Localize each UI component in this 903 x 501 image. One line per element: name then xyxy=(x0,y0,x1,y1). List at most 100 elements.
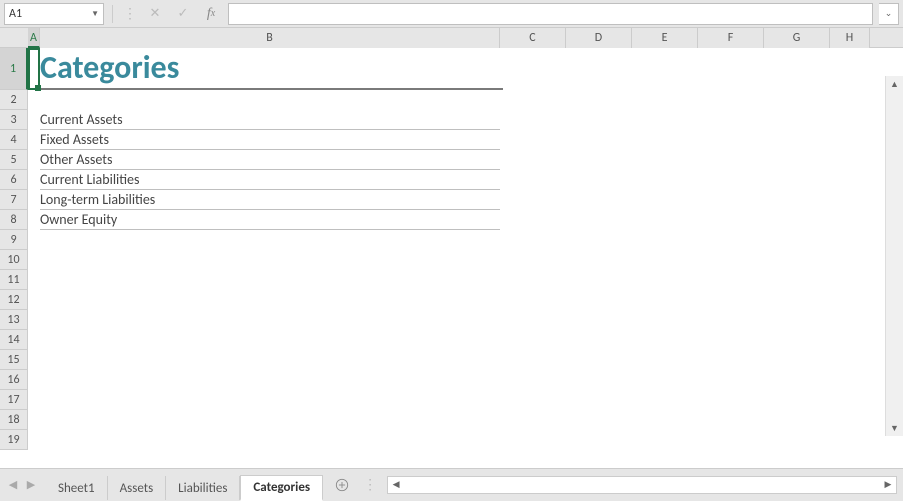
name-box[interactable]: A1 ▼ xyxy=(4,3,104,25)
row-cells[interactable] xyxy=(28,370,903,390)
horizontal-scrollbar[interactable]: ◀ ▶ xyxy=(387,476,897,494)
row-header[interactable]: 17 xyxy=(0,390,28,410)
row-cells[interactable]: Other Assets xyxy=(28,150,903,170)
row: 19 xyxy=(0,430,903,450)
row: 17 xyxy=(0,390,903,410)
row: 8 Owner Equity xyxy=(0,210,903,230)
category-cell: Current Liabilities xyxy=(40,171,139,188)
row: 1 Categories xyxy=(0,48,903,90)
formula-bar: A1 ▼ ⋮ ✕ ✓ fx ⌄ xyxy=(0,0,903,28)
formula-input[interactable] xyxy=(228,3,873,25)
sheet-tab-bar: ◀ ▶ Sheet1AssetsLiabilitiesCategories ⋮ … xyxy=(0,468,903,500)
row: 5Other Assets xyxy=(0,150,903,170)
separator xyxy=(112,5,113,23)
row-header[interactable]: 16 xyxy=(0,370,28,390)
column-header[interactable]: D xyxy=(566,28,632,48)
vertical-scrollbar[interactable]: ▲ ▼ xyxy=(885,76,903,436)
row-cells[interactable] xyxy=(28,430,903,450)
row-header[interactable]: 14 xyxy=(0,330,28,350)
row-cells[interactable]: Categories xyxy=(28,48,903,90)
row-header[interactable]: 9 xyxy=(0,230,28,250)
row: 13 xyxy=(0,310,903,330)
row-cells[interactable]: Long-term Liabilities xyxy=(28,190,903,210)
row: 14 xyxy=(0,330,903,350)
row-header[interactable]: 13 xyxy=(0,310,28,330)
rows: 1 Categories 23 Current Assets 4 Fixed Assets… xyxy=(0,48,903,450)
row-header[interactable]: 15 xyxy=(0,350,28,370)
new-sheet-button[interactable] xyxy=(329,474,355,496)
row-cells[interactable] xyxy=(28,90,903,110)
sheet-tab[interactable]: Sheet1 xyxy=(46,476,108,500)
sheet-tabs: Sheet1AssetsLiabilitiesCategories xyxy=(46,469,323,500)
column-header[interactable]: E xyxy=(632,28,698,48)
scroll-left-icon[interactable]: ◀ xyxy=(388,479,404,490)
row-cells[interactable]: Owner Equity xyxy=(28,210,903,230)
row-cells[interactable] xyxy=(28,270,903,290)
category-cell: Long-term Liabilities xyxy=(40,191,155,208)
row-header[interactable]: 18 xyxy=(0,410,28,430)
row-header[interactable]: 19 xyxy=(0,430,28,450)
column-header[interactable]: H xyxy=(830,28,870,48)
row-header[interactable]: 2 xyxy=(0,90,28,110)
row-header[interactable]: 4 xyxy=(0,130,28,150)
scroll-down-icon[interactable]: ▼ xyxy=(886,420,903,436)
row-header[interactable]: 10 xyxy=(0,250,28,270)
more-icon[interactable]: ⋮ xyxy=(363,476,377,493)
sheet-tab[interactable]: Liabilities xyxy=(166,476,240,500)
row-cells[interactable] xyxy=(28,410,903,430)
row-cells[interactable]: Fixed Assets xyxy=(28,130,903,150)
row-header[interactable]: 12 xyxy=(0,290,28,310)
row: 7 Long-term Liabilities xyxy=(0,190,903,210)
column-header[interactable]: C xyxy=(500,28,566,48)
row-cells[interactable] xyxy=(28,330,903,350)
row: 9 xyxy=(0,230,903,250)
confirm-icon[interactable]: ✓ xyxy=(172,3,194,25)
cell-reference: A1 xyxy=(9,7,22,21)
column-header[interactable]: F xyxy=(698,28,764,48)
row: 15 xyxy=(0,350,903,370)
row-header[interactable]: 5 xyxy=(0,150,28,170)
tab-nav-next-icon[interactable]: ▶ xyxy=(22,474,40,496)
row-header[interactable]: 6 xyxy=(0,170,28,190)
column-header[interactable]: B xyxy=(40,28,500,48)
category-cell: Owner Equity xyxy=(40,211,117,228)
tab-nav-prev-icon[interactable]: ◀ xyxy=(4,474,22,496)
row-header[interactable]: 3 xyxy=(0,110,28,130)
row-header[interactable]: 7 xyxy=(0,190,28,210)
expand-formula-icon[interactable]: ⌄ xyxy=(879,3,899,25)
row: 3 Current Assets xyxy=(0,110,903,130)
cancel-icon[interactable]: ✕ xyxy=(144,3,166,25)
scroll-up-icon[interactable]: ▲ xyxy=(886,76,903,92)
scroll-right-icon[interactable]: ▶ xyxy=(880,479,896,490)
more-icon[interactable]: ⋮ xyxy=(121,5,138,22)
row-cells[interactable] xyxy=(28,290,903,310)
row-cells[interactable]: Current Liabilities xyxy=(28,170,903,190)
row-header[interactable]: 8 xyxy=(0,210,28,230)
sheet-tab[interactable]: Assets xyxy=(108,476,167,500)
row: 18 xyxy=(0,410,903,430)
spreadsheet-grid: A B C D E F G H 1 Categories 23 Current Ass… xyxy=(0,28,903,468)
row-cells[interactable] xyxy=(28,390,903,410)
row-cells[interactable] xyxy=(28,230,903,250)
category-cell: Fixed Assets xyxy=(40,131,109,148)
category-cell: Current Assets xyxy=(40,111,123,128)
row-cells[interactable]: Current Assets xyxy=(28,110,903,130)
sheet-title: Categories xyxy=(40,48,179,88)
row-header[interactable]: 1 xyxy=(0,48,28,90)
row: 11 xyxy=(0,270,903,290)
row: 12 xyxy=(0,290,903,310)
row: 4 Fixed Assets xyxy=(0,130,903,150)
row-header[interactable]: 11 xyxy=(0,270,28,290)
fx-icon[interactable]: fx xyxy=(200,3,222,25)
chevron-down-icon[interactable]: ▼ xyxy=(91,9,99,19)
row-cells[interactable] xyxy=(28,350,903,370)
row: 6 Current Liabilities xyxy=(0,170,903,190)
column-header[interactable]: A xyxy=(28,28,40,48)
row: 16 xyxy=(0,370,903,390)
column-headers: A B C D E F G H xyxy=(0,28,903,48)
row-cells[interactable] xyxy=(28,310,903,330)
row: 10 xyxy=(0,250,903,270)
column-header[interactable]: G xyxy=(764,28,830,48)
row-cells[interactable] xyxy=(28,250,903,270)
sheet-tab[interactable]: Categories xyxy=(240,475,323,501)
